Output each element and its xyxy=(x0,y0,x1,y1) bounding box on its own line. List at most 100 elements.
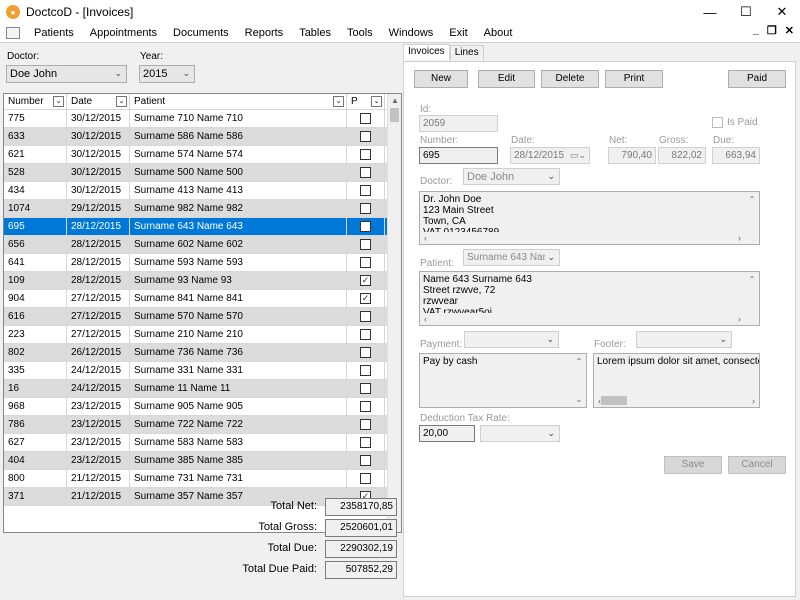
table-row[interactable]: 800 21/12/2015 Surname 731 Name 731 xyxy=(4,470,401,488)
paid-checkbox[interactable] xyxy=(360,113,371,124)
menu-tools[interactable]: Tools xyxy=(339,27,381,39)
scroll-up-icon[interactable]: ⌃ xyxy=(749,274,756,285)
scroll-left-icon[interactable]: ‹ xyxy=(424,232,427,244)
paid-checkbox[interactable] xyxy=(360,455,371,466)
menu-windows[interactable]: Windows xyxy=(381,27,442,39)
scroll-right-icon[interactable]: › xyxy=(738,232,741,244)
gross-field[interactable]: 822,02 xyxy=(658,147,706,164)
paid-checkbox[interactable] xyxy=(360,437,371,448)
table-row[interactable]: 633 30/12/2015 Surname 586 Name 586 xyxy=(4,128,401,146)
scroll-right-icon[interactable]: › xyxy=(752,395,755,407)
table-row[interactable]: 223 27/12/2015 Surname 210 Name 210 xyxy=(4,326,401,344)
filter-icon[interactable]: ⌄ xyxy=(333,96,344,107)
new-button[interactable]: New xyxy=(414,70,468,88)
table-row[interactable]: 16 24/12/2015 Surname 11 Name 11 xyxy=(4,380,401,398)
paid-checkbox[interactable] xyxy=(360,239,371,250)
paid-checkbox[interactable] xyxy=(360,365,371,376)
mdi-close-button[interactable]: ✕ xyxy=(785,24,794,37)
paid-checkbox[interactable] xyxy=(360,347,371,358)
scroll-down-icon[interactable]: ⌄ xyxy=(576,394,583,405)
doctor-address-text[interactable]: Dr. John Doe 123 Main Street Town, CA VA… xyxy=(419,191,760,245)
table-row[interactable]: 627 23/12/2015 Surname 583 Name 583 xyxy=(4,434,401,452)
menu-exit[interactable]: Exit xyxy=(441,27,475,39)
mdi-restore-button[interactable]: ❐ xyxy=(767,24,777,37)
filter-icon[interactable]: ⌄ xyxy=(371,96,382,107)
horizontal-scrollbar[interactable]: ‹ › xyxy=(594,395,759,407)
date-picker[interactable]: 28/12/2015 ▭⌄ xyxy=(510,147,590,164)
table-row[interactable]: 904 27/12/2015 Surname 841 Name 841 ✓ xyxy=(4,290,401,308)
mdi-child-icon[interactable] xyxy=(6,27,20,39)
tab-lines[interactable]: Lines xyxy=(449,45,484,61)
table-row[interactable]: 109 28/12/2015 Surname 93 Name 93 ✓ xyxy=(4,272,401,290)
filter-icon[interactable]: ⌄ xyxy=(116,96,127,107)
paid-checkbox[interactable] xyxy=(360,311,371,322)
table-row[interactable]: 775 30/12/2015 Surname 710 Name 710 xyxy=(4,110,401,128)
paid-checkbox[interactable] xyxy=(360,383,371,394)
doctor-filter-select[interactable]: Doe John ⌄ xyxy=(6,65,127,83)
column-header-date[interactable]: Date ⌄ xyxy=(67,94,130,109)
table-row[interactable]: 695 28/12/2015 Surname 643 Name 643 xyxy=(4,218,401,236)
is-paid-checkbox[interactable] xyxy=(712,117,723,128)
paid-checkbox[interactable] xyxy=(360,419,371,430)
horizontal-scrollbar[interactable]: ‹ › xyxy=(420,232,759,244)
tab-invoices[interactable]: Invoices xyxy=(403,44,450,60)
paid-button[interactable]: Paid xyxy=(728,70,786,88)
calendar-icon[interactable]: ▭⌄ xyxy=(570,148,586,163)
table-row[interactable]: 968 23/12/2015 Surname 905 Name 905 xyxy=(4,398,401,416)
due-field[interactable]: 663,94 xyxy=(712,147,760,164)
mdi-minimize-button[interactable]: _ xyxy=(753,24,759,37)
table-row[interactable]: 434 30/12/2015 Surname 413 Name 413 xyxy=(4,182,401,200)
payment-select[interactable]: ⌄ xyxy=(464,331,559,348)
scroll-thumb[interactable] xyxy=(390,108,399,122)
paid-checkbox[interactable] xyxy=(360,167,371,178)
scroll-left-icon[interactable]: ‹ xyxy=(424,313,427,325)
table-row[interactable]: 621 30/12/2015 Surname 574 Name 574 xyxy=(4,146,401,164)
deduction-tax-select[interactable]: ⌄ xyxy=(480,425,560,442)
menu-reports[interactable]: Reports xyxy=(237,27,292,39)
paid-checkbox[interactable] xyxy=(360,185,371,196)
table-row[interactable]: 641 28/12/2015 Surname 593 Name 593 xyxy=(4,254,401,272)
column-header-paid[interactable]: P ⌄ xyxy=(347,94,385,109)
net-field[interactable]: 790,40 xyxy=(608,147,656,164)
delete-button[interactable]: Delete xyxy=(541,70,599,88)
edit-button[interactable]: Edit xyxy=(478,70,535,88)
paid-checkbox[interactable]: ✓ xyxy=(360,293,371,304)
menu-about[interactable]: About xyxy=(476,27,521,39)
save-button[interactable]: Save xyxy=(664,456,722,474)
table-row[interactable]: 1074 29/12/2015 Surname 982 Name 982 xyxy=(4,200,401,218)
table-row[interactable]: 335 24/12/2015 Surname 331 Name 331 xyxy=(4,362,401,380)
paid-checkbox[interactable] xyxy=(360,473,371,484)
cancel-button[interactable]: Cancel xyxy=(728,456,786,474)
minimize-button[interactable]: — xyxy=(692,0,728,24)
paid-checkbox[interactable] xyxy=(360,257,371,268)
patient-address-text[interactable]: Name 643 Surname 643 Street rzwve, 72 rz… xyxy=(419,271,760,326)
menu-tables[interactable]: Tables xyxy=(291,27,339,39)
id-field[interactable]: 2059 xyxy=(419,115,498,132)
scroll-up-icon[interactable]: ⌃ xyxy=(576,356,583,367)
paid-checkbox[interactable] xyxy=(360,149,371,160)
menu-documents[interactable]: Documents xyxy=(165,27,237,39)
scroll-up-icon[interactable]: ▲ xyxy=(388,94,401,108)
grid-scrollbar[interactable]: ▲ ▼ xyxy=(387,94,401,532)
table-row[interactable]: 616 27/12/2015 Surname 570 Name 570 xyxy=(4,308,401,326)
table-row[interactable]: 404 23/12/2015 Surname 385 Name 385 xyxy=(4,452,401,470)
close-button[interactable]: ✕ xyxy=(764,0,800,24)
scroll-thumb[interactable] xyxy=(601,396,627,405)
footer-text[interactable]: Lorem ipsum dolor sit amet, consectetur … xyxy=(593,353,760,408)
paid-checkbox[interactable] xyxy=(360,401,371,412)
footer-select[interactable]: ⌄ xyxy=(636,331,732,348)
print-button[interactable]: Print xyxy=(605,70,663,88)
deduction-tax-rate-field[interactable]: 20,00 xyxy=(419,425,475,442)
scroll-up-icon[interactable]: ⌃ xyxy=(749,194,756,205)
table-row[interactable]: 786 23/12/2015 Surname 722 Name 722 xyxy=(4,416,401,434)
paid-checkbox[interactable] xyxy=(360,203,371,214)
menu-appointments[interactable]: Appointments xyxy=(82,27,165,39)
table-row[interactable]: 656 28/12/2015 Surname 602 Name 602 xyxy=(4,236,401,254)
year-filter-select[interactable]: 2015 ⌄ xyxy=(139,65,195,83)
doctor-select[interactable]: Doe John ⌄ xyxy=(463,168,560,185)
maximize-button[interactable]: ☐ xyxy=(728,0,764,24)
vertical-scrollbar[interactable]: ⌃⌄ xyxy=(574,354,584,407)
filter-icon[interactable]: ⌄ xyxy=(53,96,64,107)
paid-checkbox[interactable]: ✓ xyxy=(360,275,371,286)
table-row[interactable]: 802 26/12/2015 Surname 736 Name 736 xyxy=(4,344,401,362)
